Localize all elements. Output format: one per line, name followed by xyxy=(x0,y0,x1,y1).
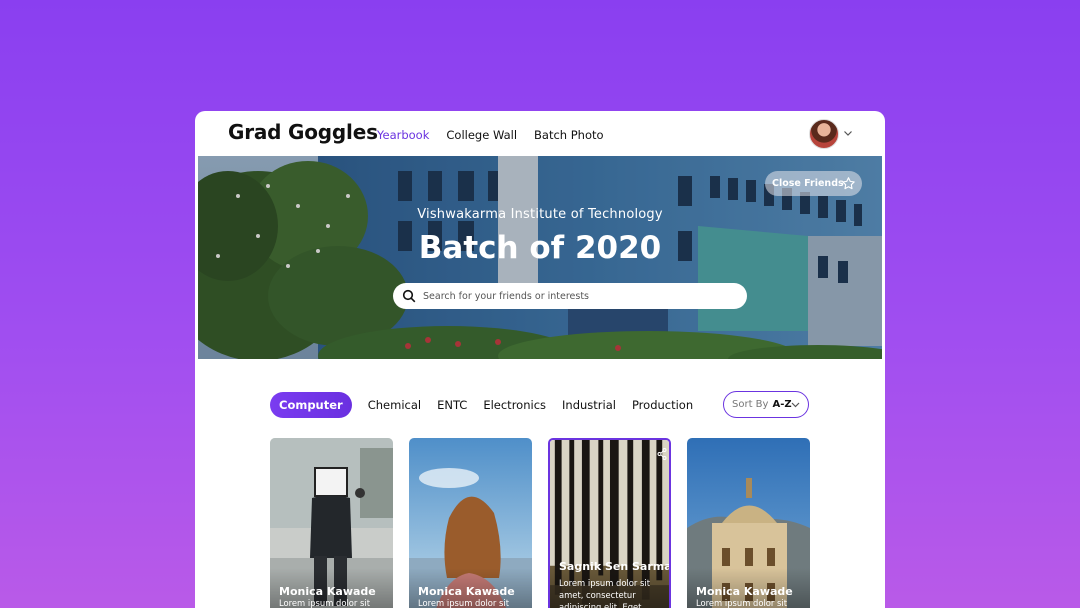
nav-yearbook[interactable]: Yearbook xyxy=(377,128,429,142)
institute-name: Vishwakarma Institute of Technology xyxy=(417,207,663,222)
student-card[interactable]: Monica Kawade Lorem ipsum dolor sit xyxy=(270,438,393,608)
nav-batch-photo[interactable]: Batch Photo xyxy=(534,128,604,142)
batch-title: Batch of 2020 xyxy=(418,230,662,266)
sort-value: A-Z xyxy=(772,399,792,410)
department-tabs: Computer Chemical ENTC Electronics Indus… xyxy=(270,392,709,418)
user-avatar[interactable] xyxy=(809,119,839,149)
tab-computer[interactable]: Computer xyxy=(270,392,352,418)
sort-prefix: Sort By xyxy=(732,399,769,410)
chevron-down-icon xyxy=(791,402,800,408)
student-description: Lorem ipsum dolor sit xyxy=(418,598,509,608)
tab-production[interactable]: Production xyxy=(632,398,693,412)
nav-college-wall[interactable]: College Wall xyxy=(446,128,517,142)
app-window: Grad Goggles Yearbook College Wall Batch… xyxy=(195,111,885,608)
chevron-down-icon[interactable] xyxy=(843,128,853,138)
star-icon xyxy=(842,177,855,190)
close-friends-label: Close Friends xyxy=(772,178,844,189)
search-icon xyxy=(402,289,416,303)
search-input[interactable] xyxy=(423,287,733,305)
top-header: Grad Goggles Yearbook College Wall Batch… xyxy=(195,111,885,156)
sort-dropdown[interactable]: Sort By A-Z xyxy=(723,391,809,418)
student-description: Lorem ipsum dolor sit xyxy=(279,598,370,608)
tab-entc[interactable]: ENTC xyxy=(437,398,467,412)
tab-industrial[interactable]: Industrial xyxy=(562,398,616,412)
student-name: Sagnik Sen Sarma xyxy=(559,560,671,573)
tab-chemical[interactable]: Chemical xyxy=(368,398,421,412)
student-card[interactable]: Monica Kawade Lorem ipsum dolor sit xyxy=(687,438,810,608)
student-description: Lorem ipsum dolor sit amet, consectetur … xyxy=(559,578,650,608)
main-nav: Yearbook College Wall Batch Photo xyxy=(377,128,621,142)
student-description: Lorem ipsum dolor sit xyxy=(696,598,787,608)
tab-electronics[interactable]: Electronics xyxy=(483,398,546,412)
student-card[interactable]: Monica Kawade Lorem ipsum dolor sit xyxy=(409,438,532,608)
share-icon[interactable] xyxy=(657,448,667,460)
hero-banner: Vishwakarma Institute of Technology Batc… xyxy=(198,156,882,359)
app-logo[interactable]: Grad Goggles xyxy=(228,120,378,144)
student-card-featured[interactable]: Sagnik Sen Sarma Lorem ipsum dolor sit a… xyxy=(548,438,671,608)
close-friends-button[interactable]: Close Friends xyxy=(765,171,862,196)
search-bar[interactable] xyxy=(393,283,747,309)
